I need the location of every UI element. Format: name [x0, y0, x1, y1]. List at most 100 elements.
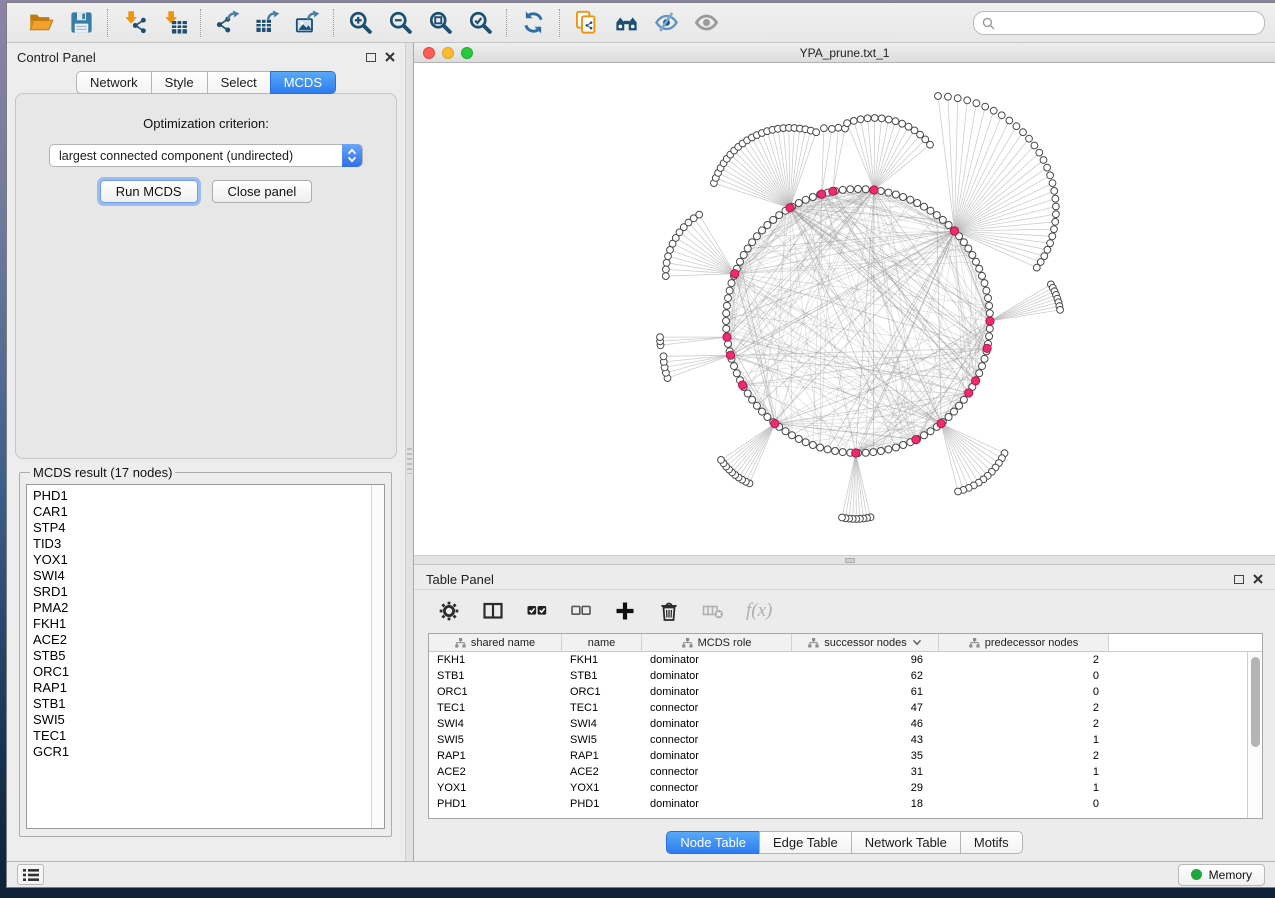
table-row[interactable]: ORC1ORC1dominator610 [429, 684, 1262, 700]
table-cell[interactable]: 2 [939, 654, 1109, 666]
table-scrollbar[interactable] [1247, 652, 1262, 818]
table-cell[interactable]: TEC1 [562, 702, 642, 714]
table-cell[interactable]: 0 [939, 798, 1109, 810]
tab-select[interactable]: Select [207, 71, 271, 94]
table-cell[interactable]: RAP1 [429, 750, 562, 762]
horizontal-splitter[interactable] [414, 555, 1275, 565]
table-row[interactable]: RAP1RAP1dominator352 [429, 748, 1262, 764]
memory-button[interactable]: Memory [1178, 864, 1265, 886]
vertical-splitter[interactable] [405, 43, 413, 861]
table-cell[interactable]: YOX1 [562, 782, 642, 794]
mcds-result-item[interactable]: CAR1 [33, 504, 384, 520]
table-cell[interactable]: 43 [792, 734, 939, 746]
table-tab-edge-table[interactable]: Edge Table [759, 831, 852, 854]
show-graphics-details-button[interactable] [690, 7, 722, 39]
table-cell[interactable]: connector [642, 702, 792, 714]
mcds-result-item[interactable]: SRD1 [33, 584, 384, 600]
window-close-icon[interactable] [423, 47, 435, 59]
hide-graphics-details-button[interactable] [650, 7, 682, 39]
mcds-result-item[interactable]: GCR1 [33, 744, 384, 760]
zoom-fit-button[interactable] [424, 7, 456, 39]
delete-column-button[interactable] [702, 600, 724, 622]
mcds-result-item[interactable]: STB5 [33, 648, 384, 664]
table-cell[interactable]: 96 [792, 654, 939, 666]
tab-style[interactable]: Style [151, 71, 208, 94]
first-neighbors-button[interactable] [610, 7, 642, 39]
table-row[interactable]: TEC1TEC1connector472 [429, 700, 1262, 716]
apply-preferred-layout-button[interactable] [517, 7, 549, 39]
column-header-predecessor-nodes[interactable]: predecessor nodes [939, 634, 1109, 651]
table-cell[interactable]: 29 [792, 782, 939, 794]
mcds-result-item[interactable]: PMA2 [33, 600, 384, 616]
run-mcds-button[interactable]: Run MCDS [100, 180, 198, 203]
network-canvas[interactable] [414, 63, 1275, 555]
table-cell[interactable]: ORC1 [429, 686, 562, 698]
export-network-button[interactable] [211, 7, 243, 39]
mcds-result-item[interactable]: SWI4 [33, 568, 384, 584]
table-cell[interactable]: TEC1 [429, 702, 562, 714]
mcds-result-item[interactable]: YOX1 [33, 552, 384, 568]
new-network-from-selection-button[interactable] [570, 7, 602, 39]
table-cell[interactable]: dominator [642, 686, 792, 698]
table-cell[interactable]: 46 [792, 718, 939, 730]
table-row[interactable]: PHD1PHD1dominator180 [429, 796, 1262, 812]
tab-mcds[interactable]: MCDS [270, 71, 336, 94]
close-table-panel-icon[interactable] [1253, 574, 1263, 584]
mcds-list-scrollbar[interactable] [371, 485, 384, 828]
table-row[interactable]: SWI5SWI5connector431 [429, 732, 1262, 748]
window-zoom-icon[interactable] [461, 47, 473, 59]
table-cell[interactable]: STB1 [429, 670, 562, 682]
table-cell[interactable]: 0 [939, 686, 1109, 698]
zoom-out-button[interactable] [384, 7, 416, 39]
table-cell[interactable]: 31 [792, 766, 939, 778]
mcds-result-item[interactable]: STB1 [33, 696, 384, 712]
table-cell[interactable]: YOX1 [429, 782, 562, 794]
table-cell[interactable]: SWI5 [562, 734, 642, 746]
table-cell[interactable]: connector [642, 734, 792, 746]
table-cell[interactable]: RAP1 [562, 750, 642, 762]
close-panel-icon[interactable] [385, 52, 395, 62]
export-table-button[interactable] [251, 7, 283, 39]
mcds-result-item[interactable]: FKH1 [33, 616, 384, 632]
table-cell[interactable]: 1 [939, 782, 1109, 794]
column-header-MCDS-role[interactable]: MCDS role [642, 634, 792, 651]
table-cell[interactable]: 0 [939, 670, 1109, 682]
table-cell[interactable]: dominator [642, 654, 792, 666]
table-cell[interactable]: 1 [939, 766, 1109, 778]
table-cell[interactable]: STB1 [562, 670, 642, 682]
split-view-button[interactable] [482, 600, 504, 622]
zoom-in-button[interactable] [344, 7, 376, 39]
table-cell[interactable]: 35 [792, 750, 939, 762]
table-cell[interactable]: 61 [792, 686, 939, 698]
import-network-button[interactable] [118, 7, 150, 39]
table-scrollbar-thumb[interactable] [1251, 657, 1260, 747]
mcds-result-item[interactable]: ORC1 [33, 664, 384, 680]
table-tab-motifs[interactable]: Motifs [960, 831, 1023, 854]
column-header-shared-name[interactable]: shared name [429, 634, 562, 651]
float-window-icon[interactable] [366, 53, 376, 62]
mcds-result-item[interactable]: STP4 [33, 520, 384, 536]
close-panel-button[interactable]: Close panel [212, 180, 313, 203]
float-table-panel-icon[interactable] [1234, 575, 1244, 584]
column-settings-button[interactable] [438, 600, 460, 622]
table-cell[interactable]: dominator [642, 718, 792, 730]
table-row[interactable]: STB1STB1dominator620 [429, 668, 1262, 684]
import-table-button[interactable] [158, 7, 190, 39]
table-row[interactable]: ACE2ACE2connector311 [429, 764, 1262, 780]
table-cell[interactable]: FKH1 [429, 654, 562, 666]
table-cell[interactable]: dominator [642, 798, 792, 810]
zoom-selected-button[interactable] [464, 7, 496, 39]
table-cell[interactable]: PHD1 [429, 798, 562, 810]
window-minimize-icon[interactable] [442, 47, 454, 59]
table-cell[interactable]: ACE2 [429, 766, 562, 778]
function-builder-button[interactable]: f(x) [746, 600, 772, 622]
table-cell[interactable]: 47 [792, 702, 939, 714]
log-console-button[interactable] [17, 864, 44, 885]
table-cell[interactable]: SWI5 [429, 734, 562, 746]
table-cell[interactable]: 2 [939, 718, 1109, 730]
mcds-result-item[interactable]: TEC1 [33, 728, 384, 744]
optimization-criterion-dropdown[interactable]: largest connected component (undirected) [49, 144, 363, 167]
save-session-button[interactable] [65, 7, 97, 39]
mcds-result-item[interactable]: PHD1 [33, 488, 384, 504]
table-cell[interactable]: 62 [792, 670, 939, 682]
